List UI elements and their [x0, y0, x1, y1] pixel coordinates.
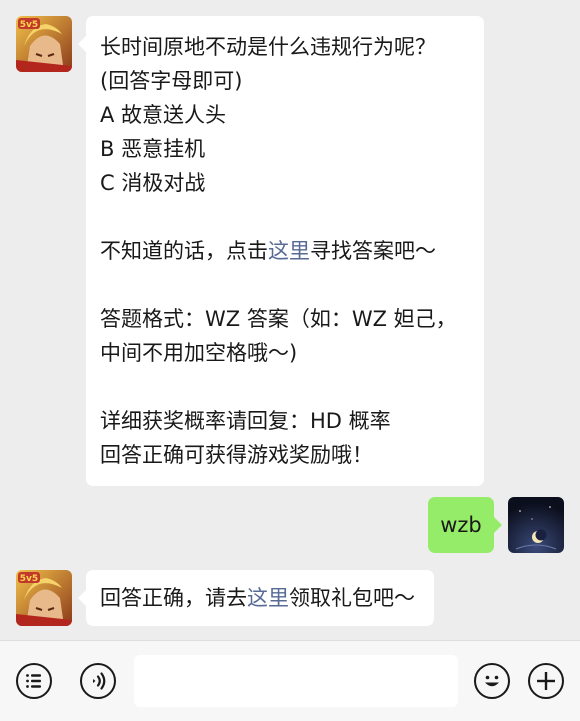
message-line: 答题格式：WZ 答案（如：WZ 妲己， [100, 307, 457, 331]
message-line: (回答字母即可) [100, 69, 243, 93]
user-avatar[interactable] [508, 497, 564, 553]
hint-line: 不知道的话，点击这里寻找答案吧～ [100, 234, 470, 268]
hint-prefix: 不知道的话，点击 [100, 239, 268, 263]
reply-suffix: 领取礼包吧～ [289, 586, 415, 610]
user-avatar-image [508, 497, 564, 553]
plus-button[interactable] [528, 663, 564, 699]
game-avatar-image: 5v5 [16, 570, 72, 626]
message-line: B 恶意挂机 [100, 137, 206, 161]
message-line: 回答正确可获得游戏奖励哦！ [100, 443, 373, 467]
outgoing-message-text: wzb [440, 513, 482, 537]
message-line: 长时间原地不动是什么违规行为呢？ [100, 35, 436, 59]
game-avatar-image: 5v5 [16, 16, 72, 72]
message-line: A 故意送人头 [100, 103, 227, 127]
reply-link[interactable]: 这里 [247, 586, 289, 610]
avatar-badge-text: 5v5 [20, 20, 38, 30]
avatar-badge-text: 5v5 [20, 574, 38, 584]
voice-icon [93, 672, 106, 690]
hint-suffix: 寻找答案吧～ [310, 239, 436, 263]
hint-link[interactable]: 这里 [268, 239, 310, 263]
voice-button[interactable] [80, 663, 116, 699]
message-line: 详细获奖概率请回复：HD 概率 [100, 409, 391, 433]
message-input[interactable] [134, 655, 458, 707]
game-account-avatar[interactable]: 5v5 [16, 16, 72, 72]
reply-prefix: 回答正确，请去 [100, 586, 247, 610]
plus-icon [537, 672, 555, 690]
emoji-button[interactable] [474, 663, 510, 699]
chat-input-bar [0, 640, 580, 721]
incoming-message-bubble[interactable]: 长时间原地不动是什么违规行为呢？ (回答字母即可) A 故意送人头 B 恶意挂机… [78, 16, 484, 486]
emoji-icon [485, 675, 499, 687]
menu-button[interactable] [16, 663, 52, 699]
reply-line: 回答正确，请去这里领取礼包吧～ [100, 581, 420, 615]
message-line: 中间不用加空格哦～) [100, 341, 298, 365]
outgoing-message-bubble[interactable]: wzb [428, 497, 502, 553]
game-account-avatar[interactable]: 5v5 [16, 570, 72, 626]
menu-icon [26, 674, 41, 688]
message-line: C 消极对战 [100, 171, 206, 195]
incoming-message-bubble[interactable]: 回答正确，请去这里领取礼包吧～ [78, 570, 434, 626]
